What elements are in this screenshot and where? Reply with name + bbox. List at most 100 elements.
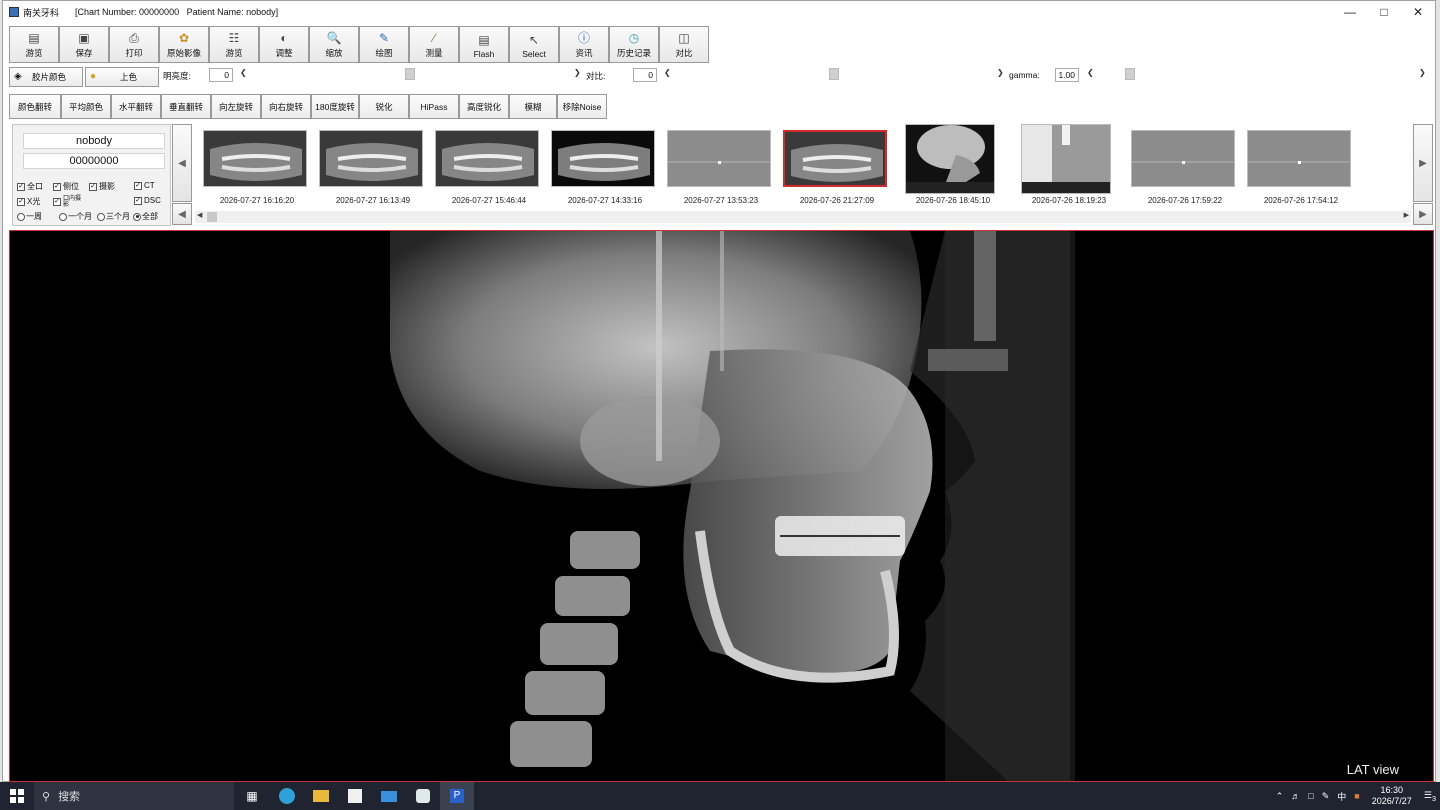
contrast-left-arrow[interactable]: ❮ (664, 68, 671, 77)
scroll-right-icon[interactable]: ▶ (1404, 211, 1409, 219)
draw-icon: ✎ (378, 30, 390, 45)
toolbar-button-adjust[interactable]: ◐ 调整 (259, 26, 309, 63)
contrast-right-arrow[interactable]: ❯ (997, 68, 1004, 77)
range-radio[interactable]: 一个月 (59, 211, 92, 222)
filter-checkbox[interactable]: ✓ DSC (134, 196, 161, 205)
checkbox-icon: ✓ (53, 198, 61, 206)
toolbar-button-info[interactable]: ⓘ 资讯 (559, 26, 609, 63)
image-op-button[interactable]: 锐化 (359, 94, 409, 119)
brightness-input[interactable]: 0 (209, 68, 233, 82)
image-thumbnail[interactable]: 2026-07-26 17:54:12 (1239, 124, 1355, 209)
filter-checkbox[interactable]: ✓ CT (134, 181, 155, 190)
image-op-button[interactable]: 180度旋转 (311, 94, 359, 119)
clock[interactable]: 16:30 2026/7/27 (1372, 785, 1412, 807)
brightness-left-arrow[interactable]: ❮ (240, 68, 247, 77)
toolbar-button-print[interactable]: ⎙ 打印 (109, 26, 159, 63)
gamma-input[interactable]: 1.00 (1055, 68, 1079, 82)
filter-label: 侧位 (63, 182, 79, 191)
image-thumbnail[interactable]: 2026-07-27 14:33:16 (543, 124, 659, 209)
desktop: 南关牙科 [Chart Number: 00000000 Patient Nam… (0, 0, 1440, 810)
mail-icon[interactable] (372, 782, 406, 810)
viewer-app-icon[interactable]: P (440, 782, 474, 810)
minimize-button[interactable]: — (1333, 1, 1367, 23)
file-explorer-icon[interactable] (304, 782, 338, 810)
toolbar-button-draw[interactable]: ✎ 绘图 (359, 26, 409, 63)
image-op-button[interactable]: HiPass (409, 94, 459, 119)
maximize-button[interactable]: □ (1367, 1, 1401, 23)
image-op-button[interactable]: 向右旋转 (261, 94, 311, 119)
toolbar-button-history[interactable]: ◷ 历史记录 (609, 26, 659, 63)
film-color-button[interactable]: ◈ 胶片颜色 (9, 67, 83, 87)
image-op-button[interactable]: 向左旋转 (211, 94, 261, 119)
dental-app-icon[interactable] (406, 782, 440, 810)
title-bar[interactable]: 南关牙科 [Chart Number: 00000000 Patient Nam… (3, 1, 1435, 23)
chevron-up-icon[interactable]: ⌃ (1276, 791, 1284, 802)
image-thumbnail[interactable]: 2026-07-26 21:27:09 (775, 124, 891, 209)
scrollbar-thumb[interactable] (207, 212, 217, 222)
color-up-button[interactable]: ● 上色 (85, 67, 159, 87)
toolbar-button-measure[interactable]: ∕ 测量 (409, 26, 459, 63)
close-button[interactable]: ✕ (1401, 1, 1435, 23)
notification-icon[interactable]: ☰3 (1424, 790, 1436, 803)
scroll-left-icon[interactable]: ◀ (197, 211, 202, 219)
thumbnail-scrollbar[interactable]: ◀ ▶ (195, 211, 1411, 223)
checkbox-icon: ✓ (17, 197, 25, 206)
range-radio[interactable]: 全部 (133, 211, 158, 222)
image-thumbnail[interactable]: 2026-07-27 15:46:44 (427, 124, 543, 209)
image-op-button[interactable]: 高度锐化 (459, 94, 509, 119)
image-op-button[interactable]: 模糊 (509, 94, 557, 119)
range-radio[interactable]: 一周 (17, 211, 42, 222)
filter-checkbox[interactable]: ✓ 摄影 (89, 181, 115, 192)
image-thumbnail[interactable]: 2026-07-26 18:19:23 (1007, 124, 1123, 209)
search-icon: ⚲ (42, 790, 51, 803)
image-thumbnail[interactable]: 2026-07-27 16:16:20 (195, 124, 311, 209)
thumbs-next-button[interactable]: ▶ (1413, 124, 1433, 202)
thumbnail-image (319, 130, 423, 187)
filter-checkbox[interactable]: ✓ 全口 (17, 181, 43, 192)
filter-checkbox[interactable]: ✓ X光 (17, 196, 40, 207)
image-op-button[interactable]: 颜色翻转 (9, 94, 61, 119)
zoom-icon: 🔍 (326, 30, 342, 45)
task-view-icon[interactable]: ▦ (234, 782, 270, 810)
gamma-slider-thumb[interactable] (1125, 68, 1135, 80)
network-icon[interactable]: □ (1308, 791, 1313, 801)
contrast-input[interactable]: 0 (633, 68, 657, 82)
toolbar-button-original-image[interactable]: ✿ 原始影像 (159, 26, 209, 63)
toolbar-button-compare[interactable]: ◫ 对比 (659, 26, 709, 63)
toolbar-label: 保存 (75, 48, 93, 58)
toolbar-button-save[interactable]: ▣ 保存 (59, 26, 109, 63)
image-op-button[interactable]: 移除Noise (557, 94, 607, 119)
image-thumbnail[interactable]: 2026-07-26 18:45:10 (891, 124, 1007, 209)
thumbs-prev-button[interactable]: ◀ (172, 124, 192, 202)
range-radio[interactable]: 三个月 (97, 211, 130, 222)
pen-icon[interactable]: ✎ (1322, 791, 1330, 802)
image-thumbnail[interactable]: 2026-07-27 16:13:49 (311, 124, 427, 209)
gamma-right-arrow[interactable]: ❯ (1419, 68, 1426, 77)
security-icon[interactable]: ■ (1354, 791, 1359, 801)
gamma-left-arrow[interactable]: ❮ (1087, 68, 1094, 77)
volume-icon[interactable]: ♬ (1291, 791, 1300, 801)
toolbar-button-flash[interactable]: ▤ Flash (459, 26, 509, 63)
brightness-right-arrow[interactable]: ❯ (574, 68, 581, 77)
toolbar-button-browse[interactable]: ▤ 游览 (9, 26, 59, 63)
toolbar-button-browse-list[interactable]: ☷ 游览 (209, 26, 259, 63)
image-op-button[interactable]: 垂直翻转 (161, 94, 211, 119)
filter-checkbox[interactable]: ✓ 口内摄影 (53, 196, 83, 208)
image-thumbnail[interactable]: 2026-07-26 17:59:22 (1123, 124, 1239, 209)
start-button[interactable] (0, 782, 34, 810)
image-op-button[interactable]: 水平翻转 (111, 94, 161, 119)
taskbar-search[interactable]: ⚲ 搜索 (34, 782, 234, 810)
thumbs-first-button[interactable]: ◀ (172, 203, 192, 225)
image-thumbnail[interactable]: 2026-07-27 13:53:23 (659, 124, 775, 209)
toolbar-button-cursor[interactable]: ↖ Select (509, 26, 559, 63)
edge-icon[interactable] (270, 782, 304, 810)
toolbar-button-zoom[interactable]: 🔍 缩放 (309, 26, 359, 63)
contrast-slider-thumb[interactable] (829, 68, 839, 80)
brightness-slider-thumb[interactable] (405, 68, 415, 80)
store-icon[interactable] (338, 782, 372, 810)
ime-indicator[interactable]: 中 (1337, 790, 1346, 803)
xray-viewer[interactable]: LAT view (9, 230, 1434, 782)
filter-checkbox[interactable]: ✓ 侧位 (53, 181, 79, 192)
thumbs-last-button[interactable]: ▶ (1413, 203, 1433, 225)
image-op-button[interactable]: 平均颜色 (61, 94, 111, 119)
